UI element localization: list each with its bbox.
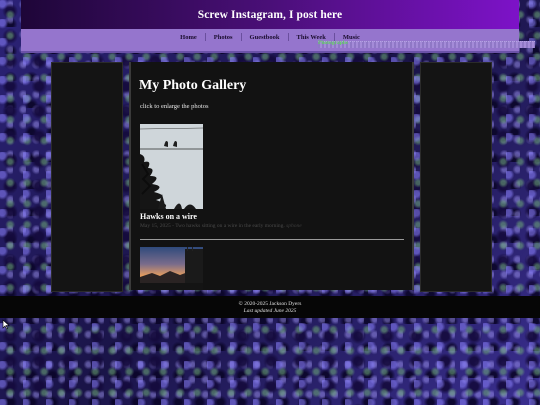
main-content: My Photo Gallery click to enlarge the ph… xyxy=(129,62,414,290)
nav-item-photos[interactable]: Photos xyxy=(206,34,241,41)
page-title: My Photo Gallery xyxy=(139,78,247,93)
hawks-photo-image xyxy=(140,124,203,209)
sub-nav-photographs[interactable]: Photographs xyxy=(318,40,348,46)
nav-item-home[interactable]: Home xyxy=(172,34,205,41)
footer-last-updated: Last updated June 2025 xyxy=(243,308,297,314)
photo-tag: sphone xyxy=(286,223,302,229)
site-footer: © 2020-2025 Jackson Dyers Last updated J… xyxy=(0,296,540,318)
photo-thumbnail-hawks[interactable] xyxy=(140,124,203,209)
mouse-cursor-icon xyxy=(2,319,10,330)
right-sidebar xyxy=(420,62,492,292)
photo-caption: Hawks on a wire xyxy=(140,212,197,221)
sunset-photo-image xyxy=(140,247,203,290)
nav-item-guestbook[interactable]: Guestbook xyxy=(242,34,288,41)
site-header: Screw Instagram, I post here xyxy=(21,0,519,29)
photo-description: May 15, 2025 - Two hawks sitting on a wi… xyxy=(140,223,302,229)
photo-thumbnail-sunset[interactable] xyxy=(140,247,203,290)
sub-nav-bar xyxy=(318,41,535,48)
nav-links: Home Photos Guestbook This Week Music xyxy=(21,33,519,41)
left-sidebar xyxy=(51,62,123,292)
main-nav: Home Photos Guestbook This Week Music Ph… xyxy=(21,29,535,53)
page-subtitle: click to enlarge the photos xyxy=(140,103,209,110)
photo-divider xyxy=(140,239,404,240)
site-title: Screw Instagram, I post here xyxy=(197,8,343,21)
footer-copyright: © 2020-2025 Jackson Dyers xyxy=(238,301,302,307)
photo-description-text: May 15, 2025 - Two hawks sitting on a wi… xyxy=(140,223,285,229)
